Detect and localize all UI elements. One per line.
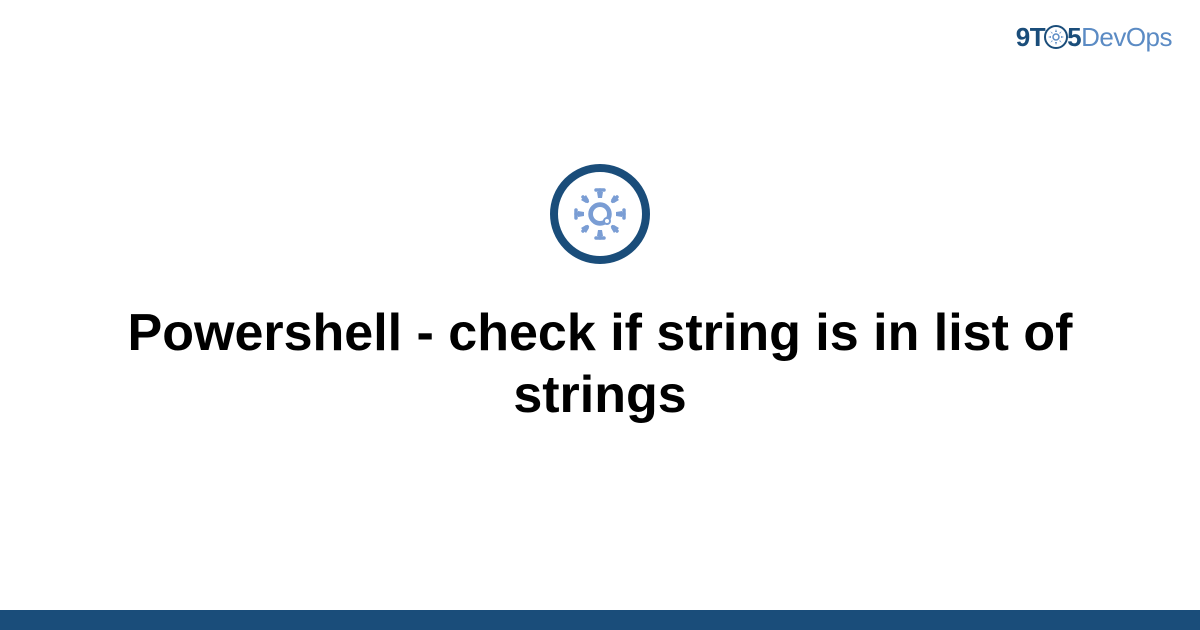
page-title: Powershell - check if string is in list …	[100, 302, 1100, 427]
gear-icon-large	[550, 164, 650, 264]
main-content: Powershell - check if string is in list …	[0, 0, 1200, 630]
footer-bar	[0, 610, 1200, 630]
